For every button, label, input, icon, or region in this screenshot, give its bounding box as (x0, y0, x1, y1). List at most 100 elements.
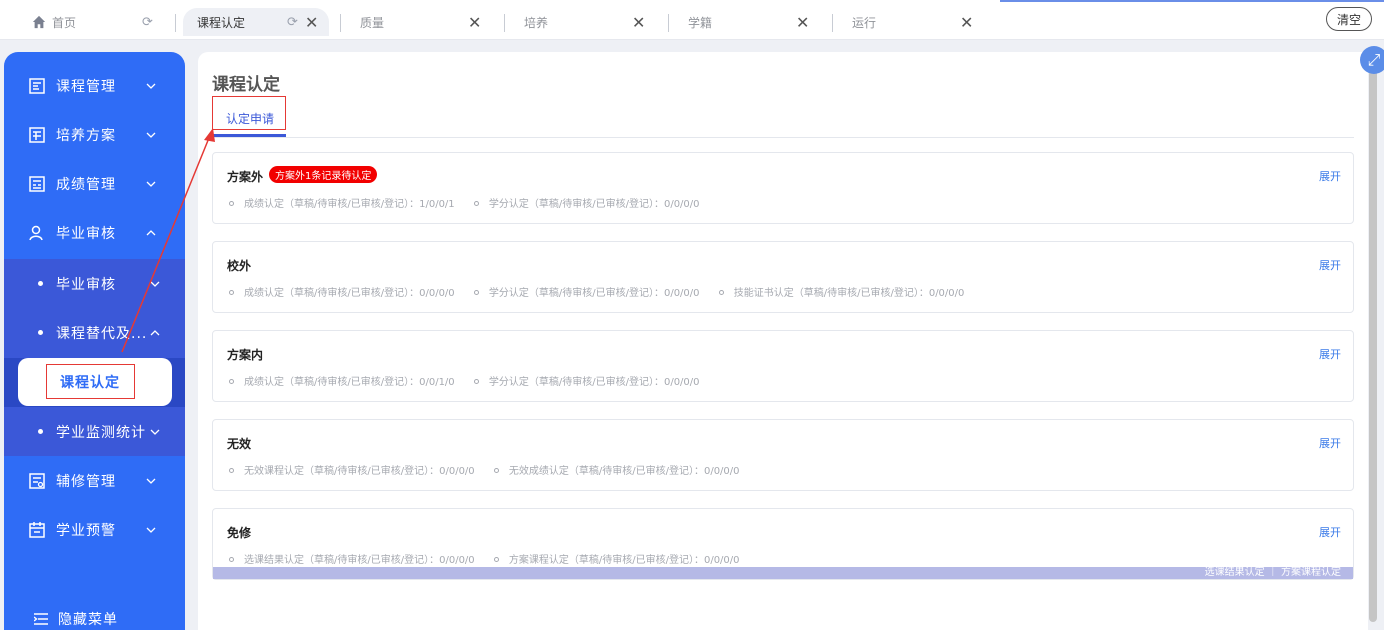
refresh-icon[interactable]: ⟳ (287, 15, 298, 30)
bullet-icon (493, 468, 499, 473)
chevron-down-icon (146, 83, 156, 89)
bullet-icon (38, 281, 43, 286)
card-stats: 成绩认定（草稿/待审核/已审核/登记）：0/0/0/0 学分认定（草稿/待审核/… (227, 284, 964, 299)
stat-item: 成绩认定（草稿/待审核/已审核/登记）：1/0/0/1 (244, 199, 455, 210)
sidebar-item-graduation-review[interactable]: 毕业审核 (4, 208, 185, 257)
card-stats: 成绩认定（草稿/待审核/已审核/登记）：0/0/1/0 学分认定（草稿/待审核/… (227, 373, 700, 388)
stat-item: 学分认定（草稿/待审核/已审核/登记）：0/0/0/0 (488, 199, 700, 210)
sidebar-item-label: 辅修管理 (56, 473, 116, 490)
sidebar-item-label: 成绩管理 (56, 176, 116, 193)
tab-status[interactable]: 学籍 ✕ (688, 8, 818, 36)
main-panel: 课程认定 认定申请 方案外 方案外1条记录待认定 展开 成绩认定（草稿/待审核/… (198, 52, 1368, 630)
tab-training-label: 培养 (524, 15, 549, 30)
expand-link[interactable]: 展开 (1319, 524, 1341, 540)
tab-separator (175, 14, 176, 32)
bullet-icon (718, 290, 724, 295)
category-card-out-of-plan: 方案外 方案外1条记录待认定 展开 成绩认定（草稿/待审核/已审核/登记）：1/… (212, 152, 1354, 224)
minor-icon (29, 472, 45, 489)
tab-divider (212, 137, 1354, 138)
sidebar-item-minor-management[interactable]: 辅修管理 (4, 456, 185, 505)
chevron-down-icon (146, 132, 156, 138)
chevron-down-icon (150, 429, 160, 435)
tab-separator (832, 14, 833, 32)
card-title: 方案外 (227, 170, 264, 184)
stat-item: 无效课程认定（草稿/待审核/已审核/登记）：0/0/0/0 (244, 466, 475, 477)
card-title: 校外 (227, 259, 252, 273)
sidebar-subitem-course-substitution[interactable]: 课程替代及... (4, 308, 185, 357)
card-title: 免修 (227, 526, 252, 540)
sidebar-item-label: 课程管理 (56, 78, 116, 95)
sidebar-item-course-management[interactable]: 课程管理 (4, 61, 185, 110)
sidebar-subitem-graduation-review[interactable]: 毕业审核 (4, 259, 185, 308)
stat-item: 选课结果认定（草稿/待审核/已审核/登记）：0/0/0/0 (244, 555, 475, 566)
expand-link[interactable]: 展开 (1319, 435, 1341, 451)
tab-course-recognition-label: 课程认定 (197, 15, 246, 30)
category-card-in-plan: 方案内 展开 成绩认定（草稿/待审核/已审核/登记）：0/0/1/0 学分认定（… (212, 330, 1354, 402)
fullscreen-icon[interactable]: ⤢ (1360, 46, 1384, 74)
bullet-icon (229, 201, 234, 206)
bullet-icon (473, 379, 479, 384)
expand-link[interactable]: 展开 (1319, 168, 1341, 184)
expand-link[interactable]: 展开 (1319, 257, 1341, 273)
chevron-up-icon (146, 229, 156, 235)
tab-course-recognition[interactable]: 课程认定 ⟳ ✕ (183, 8, 329, 36)
sidebar-item-training-plan[interactable]: 培养方案 (4, 110, 185, 159)
card-stats: 选课结果认定（草稿/待审核/已审核/登记）：0/0/0/0 方案课程认定（草稿/… (227, 551, 740, 566)
stat-item: 无效成绩认定（草稿/待审核/已审核/登记）：0/0/0/0 (508, 466, 740, 477)
sidebar-item-grade-management[interactable]: 成绩管理 (4, 159, 185, 208)
tab-bar: 首页 ⟳ 课程认定 ⟳ ✕ 质量 ✕ 培养 ✕ 学籍 ✕ 运行 ✕ 清空 (0, 0, 1384, 40)
top-accent-line (1000, 0, 1384, 2)
stat-item: 方案课程认定（草稿/待审核/已审核/登记）：0/0/0/0 (508, 555, 740, 566)
close-icon[interactable]: ✕ (796, 13, 809, 32)
tab-status-label: 学籍 (688, 15, 713, 30)
chevron-down-icon (146, 181, 156, 187)
category-card-exemption: 免修 展开 选课结果认定（草稿/待审核/已审核/登记）：0/0/0/0 方案课程… (212, 508, 1354, 580)
close-icon[interactable]: ✕ (468, 13, 481, 32)
calendar-icon (29, 521, 45, 538)
tab-separator (340, 14, 341, 32)
card-title: 无效 (227, 437, 252, 451)
bullet-icon (38, 330, 43, 335)
menu-collapse-icon (34, 613, 48, 625)
tab-quality[interactable]: 质量 ✕ (360, 8, 490, 36)
plan-icon (29, 126, 45, 143)
stat-item: 学分认定（草稿/待审核/已审核/登记）：0/0/0/0 (488, 288, 700, 299)
close-icon[interactable]: ✕ (632, 13, 645, 32)
sidebar-item-label: 学业监测统计 (56, 424, 146, 441)
sidebar-item-label: 培养方案 (56, 127, 116, 144)
sidebar-subitem-academic-monitoring[interactable]: 学业监测统计 (4, 407, 185, 456)
bullet-icon (229, 379, 234, 384)
tab-training[interactable]: 培养 ✕ (524, 8, 654, 36)
bullet-icon (493, 557, 499, 562)
chevron-down-icon (150, 281, 160, 287)
stat-item: 学分认定（草稿/待审核/已审核/登记）：0/0/0/0 (488, 377, 700, 388)
tab-separator (668, 14, 669, 32)
category-card-external: 校外 展开 成绩认定（草稿/待审核/已审核/登记）：0/0/0/0 学分认定（草… (212, 241, 1354, 313)
scrollbar[interactable] (1369, 70, 1377, 622)
expand-link[interactable]: 展开 (1319, 346, 1341, 362)
bullet-icon (229, 468, 234, 473)
tab-home-label: 首页 (52, 15, 77, 30)
chevron-down-icon (146, 478, 156, 484)
chevron-up-icon (150, 329, 160, 335)
refresh-icon[interactable]: ⟳ (142, 15, 153, 30)
bullet-icon (473, 201, 479, 206)
hide-menu-button[interactable]: 隐藏菜单 (34, 609, 118, 629)
bullet-icon (229, 557, 234, 562)
annotation-box (46, 364, 135, 399)
sidebar-item-label: 课程替代及... (56, 325, 148, 342)
stat-item: 成绩认定（草稿/待审核/已审核/登记）：0/0/1/0 (244, 377, 455, 388)
tab-operation[interactable]: 运行 ✕ (852, 8, 982, 36)
bullet-icon (229, 290, 234, 295)
card-footer-actions[interactable]: 选课结果认定 ｜ 方案课程认定 (213, 567, 1353, 579)
clear-tabs-button[interactable]: 清空 (1326, 7, 1372, 31)
sidebar-item-academic-warning[interactable]: 学业预警 (4, 505, 185, 554)
page-title: 课程认定 (212, 75, 280, 95)
tab-home[interactable]: 首页 ⟳ (32, 8, 162, 36)
close-icon[interactable]: ✕ (960, 13, 973, 32)
bullet-icon (38, 429, 43, 434)
hide-menu-label: 隐藏菜单 (58, 612, 118, 628)
grade-icon (29, 175, 45, 192)
close-icon[interactable]: ✕ (305, 13, 318, 32)
annotation-box (212, 96, 286, 130)
